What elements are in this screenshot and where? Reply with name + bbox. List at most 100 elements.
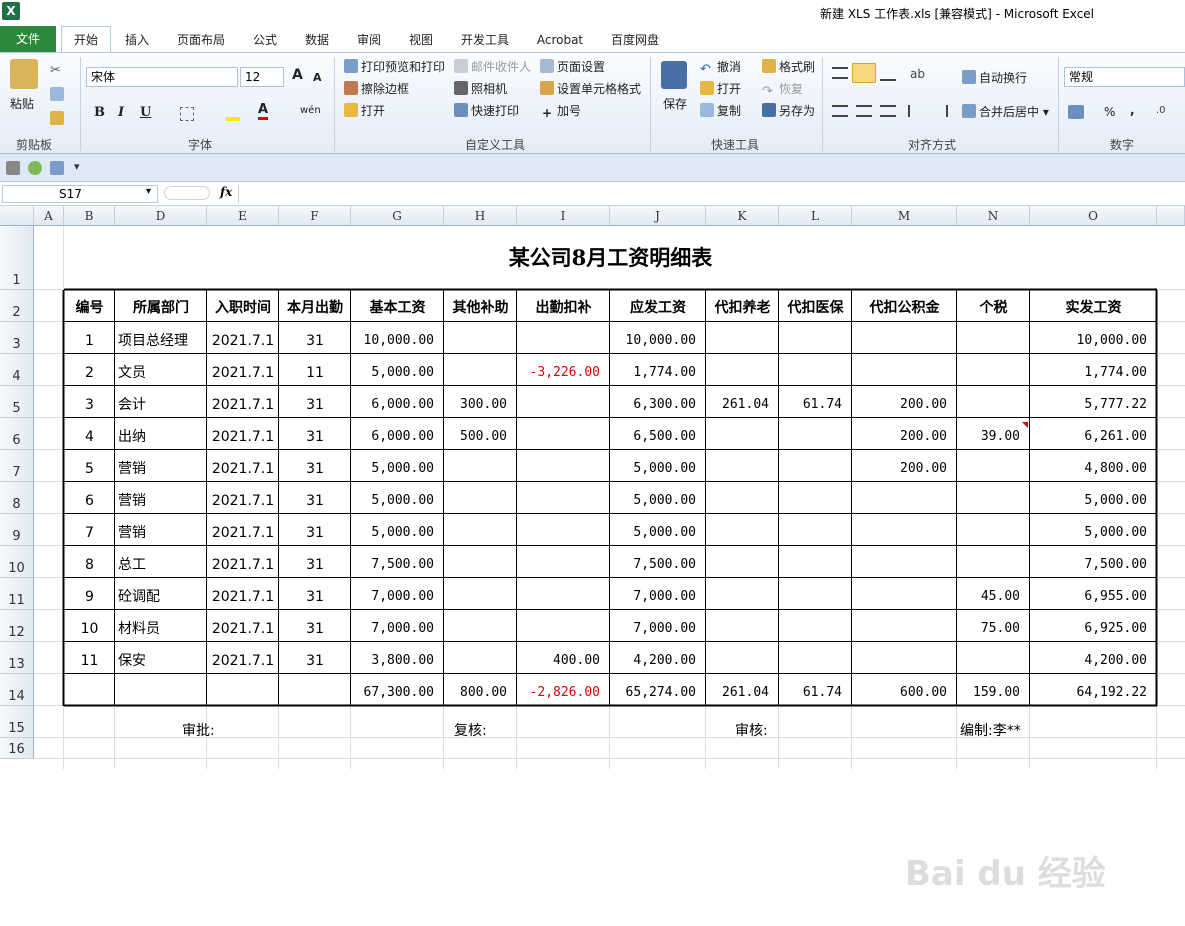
format-painter-icon[interactable]	[50, 111, 64, 125]
open-file-button[interactable]: 打开	[344, 102, 385, 119]
font-color-button[interactable]: A	[258, 103, 269, 120]
align-left-icon[interactable]	[832, 105, 848, 117]
number-format-combo[interactable]: 常规	[1064, 67, 1185, 87]
wrap-text-icon	[962, 70, 976, 84]
worksheet-grid[interactable]: ABDEFGHIJKLMNO 1 2 3 4 5 6 7 8 9 10 11 12 13 14 15 16 某…	[0, 206, 1185, 894]
copy-icon[interactable]	[50, 87, 64, 101]
decrease-indent-icon[interactable]	[908, 105, 924, 117]
name-box[interactable]: S17	[2, 185, 158, 203]
eraser-icon	[344, 81, 358, 95]
increase-indent-icon[interactable]	[932, 105, 948, 117]
excel-icon[interactable]: X	[2, 2, 20, 20]
mail-recipient-button[interactable]: 邮件收件人	[454, 58, 531, 75]
copy-button[interactable]: 复制	[700, 102, 741, 119]
tab-home[interactable]: 开始	[61, 26, 111, 52]
underline-button[interactable]: U	[140, 105, 151, 120]
cell-format-button[interactable]: 设置单元格格式	[540, 80, 641, 97]
plus-button[interactable]: + 加号	[540, 102, 581, 120]
border-icon[interactable]	[180, 107, 194, 121]
group-label-quick: 快速工具	[710, 138, 759, 152]
print-preview-icon	[344, 59, 358, 73]
comma-button[interactable]: ,	[1130, 103, 1135, 117]
tab-baidu[interactable]: 百度网盘	[606, 30, 664, 50]
erase-border-button[interactable]: 擦除边框	[344, 80, 409, 97]
comment-indicator[interactable]	[1022, 422, 1028, 428]
save-icon[interactable]	[661, 61, 687, 89]
fill-color-icon[interactable]	[226, 107, 240, 121]
tab-review[interactable]: 审阅	[354, 30, 384, 50]
tab-formulas[interactable]: 公式	[250, 30, 280, 50]
increase-decimal-icon[interactable]: .0	[1156, 105, 1174, 119]
window-title: 新建 XLS 工作表.xls [兼容模式] - Microsoft Excel	[820, 7, 1095, 21]
separator	[650, 57, 651, 151]
mail-recipient-label: 邮件收件人	[471, 60, 532, 74]
tab-file[interactable]: 文件	[0, 26, 56, 52]
page-setup-label: 页面设置	[557, 60, 606, 74]
font-size-combo[interactable]: 12	[240, 67, 284, 87]
format-painter-button[interactable]: 格式刷	[762, 58, 815, 75]
tab-data[interactable]: 数据	[302, 30, 332, 50]
approve-label[interactable]: 审批:	[182, 720, 215, 740]
print-preview-label: 打印预览和打印	[361, 60, 446, 74]
orientation-icon[interactable]: ab	[910, 67, 928, 81]
cell-format-icon	[540, 81, 554, 95]
namebox-dropdown-icon[interactable]: ▾	[146, 186, 151, 197]
font-size-value: 12	[245, 70, 261, 84]
quick-open-button[interactable]: 打开	[700, 80, 741, 97]
font-name-combo[interactable]: 宋体	[86, 67, 238, 87]
preview-icon[interactable]	[50, 161, 64, 175]
quick-access-toolbar: ▾	[0, 154, 1185, 182]
undo-icon: ↶	[700, 62, 711, 77]
phonetic-button[interactable]: wén	[300, 105, 321, 116]
grow-font-button[interactable]: A	[292, 67, 303, 83]
wrap-text-button[interactable]: 自动换行	[962, 69, 1027, 86]
align-bottom-icon[interactable]	[880, 69, 896, 81]
formula-bar: S17 ▾ fx	[0, 182, 1185, 206]
paste-icon[interactable]	[10, 59, 38, 89]
folder-icon	[344, 103, 358, 117]
prepared-by-label[interactable]: 编制:李**	[960, 720, 1021, 740]
recheck-label[interactable]: 复核:	[454, 720, 487, 740]
fx-icon[interactable]: fx	[220, 185, 232, 199]
separator	[80, 57, 81, 151]
tab-acrobat[interactable]: Acrobat	[534, 30, 586, 50]
formula-controls	[164, 186, 210, 200]
print-preview-button[interactable]: 打印预览和打印	[344, 58, 445, 75]
tab-page-layout[interactable]: 页面布局	[173, 30, 229, 50]
cut-icon[interactable]: ✂	[50, 63, 64, 78]
separator	[334, 57, 335, 151]
currency-icon[interactable]	[1068, 105, 1084, 119]
shrink-font-button[interactable]: A	[313, 71, 322, 84]
tab-insert[interactable]: 插入	[122, 30, 152, 50]
bold-button[interactable]: B	[94, 105, 105, 120]
group-label-number: 数字	[1109, 138, 1134, 152]
align-middle-icon[interactable]	[852, 63, 876, 83]
align-top-icon[interactable]	[832, 67, 848, 79]
redo-button[interactable]: ↷ 恢复	[762, 80, 803, 99]
undo-button[interactable]: ↶ 撤消	[700, 58, 741, 77]
circle-icon[interactable]	[28, 161, 42, 175]
erase-border-label: 擦除边框	[361, 82, 410, 96]
tab-view[interactable]: 视图	[406, 30, 436, 50]
quick-print-button[interactable]: 快速打印	[454, 102, 519, 119]
paste-button[interactable]: 粘贴	[10, 95, 34, 112]
group-label-custom: 自定义工具	[464, 138, 525, 152]
tab-developer[interactable]: 开发工具	[456, 30, 514, 50]
print-icon[interactable]	[6, 161, 20, 175]
table-borders	[62, 288, 1158, 707]
page-setup-button[interactable]: 页面设置	[540, 58, 605, 75]
ribbon-tabs: 文件 开始 插入 页面布局 公式 数据 审阅 视图 开发工具 Acrobat 百…	[0, 26, 1185, 52]
save-button[interactable]: 保存	[663, 95, 687, 112]
camera-button[interactable]: 照相机	[454, 80, 507, 97]
formula-input[interactable]	[238, 185, 1185, 203]
italic-button[interactable]: I	[118, 105, 124, 120]
percent-button[interactable]: %	[1104, 105, 1115, 119]
align-center-icon[interactable]	[856, 105, 872, 117]
merge-center-button[interactable]: 合并后居中 ▾	[962, 103, 1049, 120]
align-right-icon[interactable]	[880, 105, 896, 117]
audit-label[interactable]: 审核:	[735, 720, 768, 740]
copy-icon	[700, 103, 714, 117]
group-label-clipboard: 剪贴板	[15, 138, 52, 152]
save-as-button[interactable]: 另存为	[762, 102, 815, 119]
customize-qat-icon[interactable]: ▾	[74, 160, 80, 173]
